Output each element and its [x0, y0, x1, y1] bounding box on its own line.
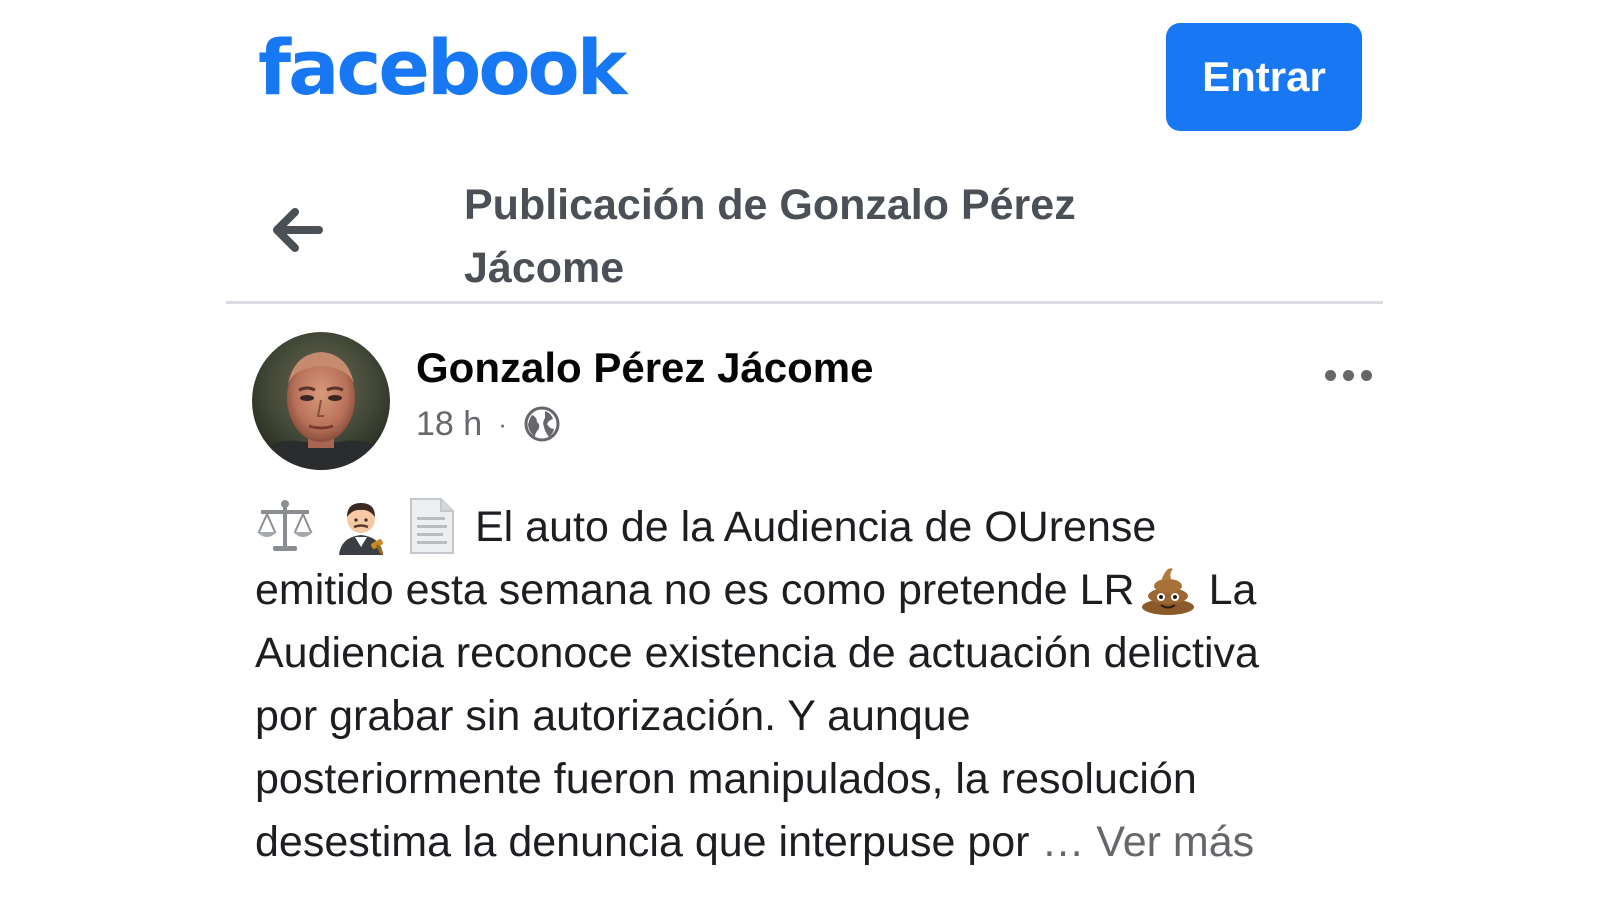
header-divider [226, 301, 1383, 304]
page-title-line1: Publicación de Gonzalo Pérez [464, 181, 1076, 229]
post-line: posteriormente fueron manipulados, la re… [255, 755, 1197, 803]
see-more-link[interactable]: Ver más [1096, 818, 1254, 866]
author-avatar[interactable] [252, 332, 390, 470]
back-button[interactable] [268, 200, 328, 260]
pile-of-poo-emoji [1141, 567, 1194, 615]
document-icon [410, 497, 454, 554]
author-name[interactable]: Gonzalo Pérez Jácome [416, 340, 874, 396]
post-text-line2b: La [1208, 566, 1257, 614]
post-line: emitido esta semana no es como pretende … [255, 559, 1385, 622]
more-options-dot [1360, 369, 1372, 381]
globe-icon [524, 406, 560, 442]
post-text-line1: El auto de la Audiencia de OUrense [475, 503, 1157, 551]
post-time[interactable]: 18 h [416, 405, 482, 444]
page-title-line2: Jácome [464, 244, 625, 292]
post-text-line2: emitido esta semana no es como pretende … [255, 566, 1135, 614]
more-options-icon [1324, 369, 1336, 381]
page-title: Publicación de Gonzalo Pérez Jácome [464, 174, 1164, 300]
more-options-button[interactable] [1318, 360, 1378, 390]
post-line: Audiencia reconoce existencia de actuaci… [255, 629, 1259, 677]
arrow-left-icon [273, 208, 323, 252]
meta-separator: · [498, 408, 507, 439]
facebook-logo: facebook [258, 23, 627, 112]
post-line: por grabar sin autorización. Y aunque [255, 692, 971, 740]
post-line: desestima la denuncia que interpuse por … [255, 811, 1385, 874]
post-meta: 18 h · [416, 402, 561, 446]
avatar-photo [252, 332, 390, 470]
more-options-dot [1342, 369, 1354, 381]
post-text-line7: desestima la denuncia que interpuse por [255, 818, 1030, 866]
ellipsis: … [1041, 818, 1085, 866]
post-line: El auto de la Audiencia de OUrense [255, 496, 1385, 559]
judge-emoji [339, 502, 384, 555]
post-text: El auto de la Audiencia de OUrense emiti… [255, 496, 1385, 874]
scales-icon [257, 499, 313, 551]
login-button[interactable]: Entrar [1166, 23, 1362, 131]
